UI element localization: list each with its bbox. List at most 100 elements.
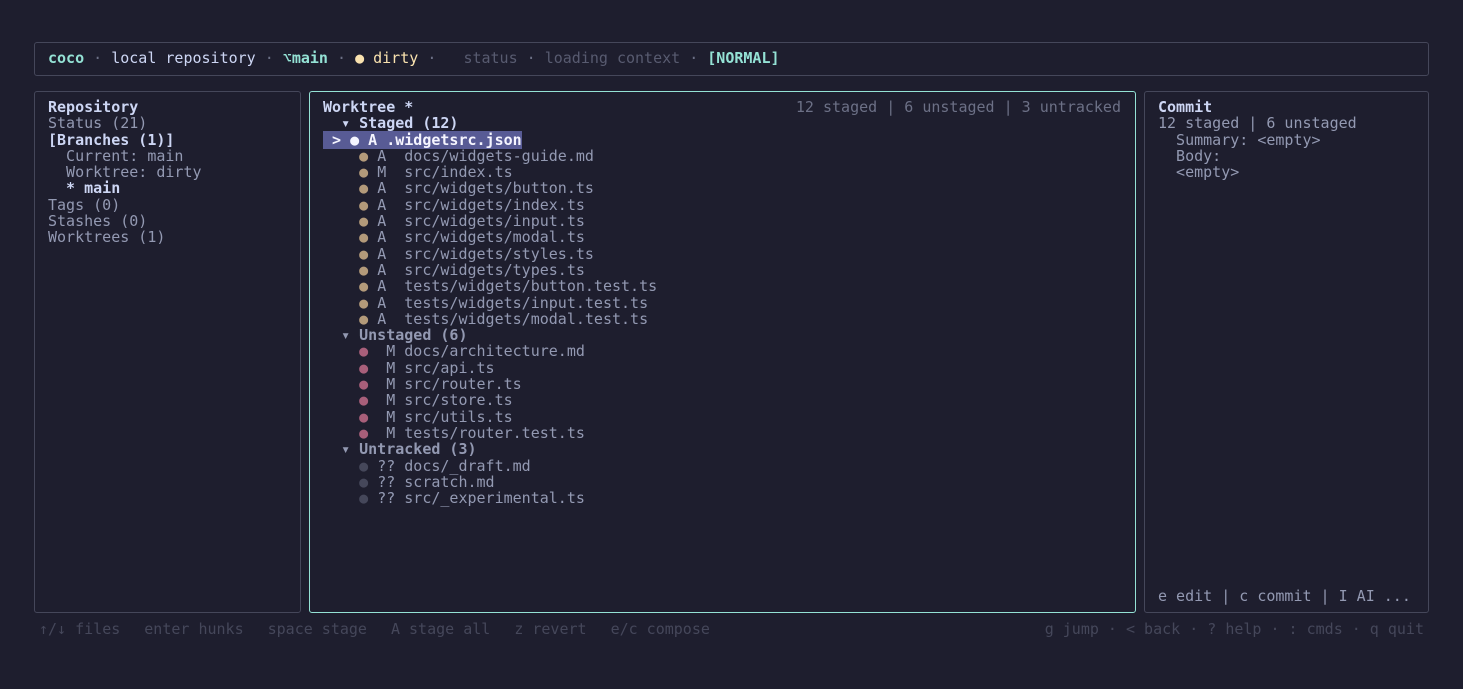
branch-name: main xyxy=(291,49,328,67)
branch-current: Current: main xyxy=(48,146,184,165)
file-path: tests/widgets/button.test.ts xyxy=(404,277,658,296)
file-status: A xyxy=(377,277,387,296)
file-row[interactable]: ● M docs/architecture.md xyxy=(323,343,1135,359)
dot-icon: ● xyxy=(359,391,369,410)
dot-icon: ● xyxy=(359,212,369,231)
file-path: src/widgets/styles.ts xyxy=(404,244,594,263)
file-path: scratch.md xyxy=(404,472,495,491)
file-row[interactable]: ● ?? src/_experimental.ts xyxy=(323,490,1135,506)
file-row[interactable]: ● A src/widgets/index.ts xyxy=(323,197,1135,213)
dot-icon: ● xyxy=(359,423,369,442)
file-row[interactable]: ● M src/router.ts xyxy=(323,376,1135,392)
file-path: src/store.ts xyxy=(404,391,513,410)
separator: · xyxy=(264,49,274,67)
dot-icon: ● xyxy=(359,277,369,296)
dot-icon: ● xyxy=(359,244,369,263)
key-hints-right: g jump · < back · ? help · : cmds · q qu… xyxy=(1044,620,1424,638)
file-path: tests/widgets/modal.test.ts xyxy=(404,309,649,328)
file-path: tests/router.test.ts xyxy=(404,423,585,442)
commit-body-label: Body: xyxy=(1158,146,1222,165)
dirty-label: dirty xyxy=(373,49,419,67)
file-row[interactable]: ● A tests/widgets/input.test.ts xyxy=(323,293,1135,312)
file-path: src/widgets/input.ts xyxy=(404,212,585,231)
file-status: ?? xyxy=(377,456,396,475)
nav-item-stashes[interactable]: Stashes (0) xyxy=(48,213,300,230)
dot-icon: ● xyxy=(359,163,369,182)
file-row[interactable]: ● A tests/widgets/button.test.ts xyxy=(323,278,1135,294)
file-status: A xyxy=(377,293,387,312)
file-path: src/widgets/modal.ts xyxy=(404,228,585,247)
file-status: ?? xyxy=(377,489,396,508)
dot-icon: ● xyxy=(350,130,360,149)
file-path: docs/_draft.md xyxy=(404,456,531,475)
separator: · xyxy=(427,49,437,67)
dot-icon: ● xyxy=(359,260,369,279)
file-path: docs/architecture.md xyxy=(404,342,585,361)
file-status: M xyxy=(386,407,396,426)
status-bar: coco · local repository · ⌥main · ● dirt… xyxy=(34,42,1429,76)
file-row[interactable]: ● A src/widgets/styles.ts xyxy=(323,246,1135,262)
nav-item-worktrees[interactable]: Worktrees (1) xyxy=(48,229,300,246)
file-row[interactable]: ● ?? scratch.md xyxy=(323,474,1135,490)
branch-icon: ⌥ xyxy=(282,49,292,67)
file-path: src/widgets/button.ts xyxy=(404,179,594,198)
file-row[interactable]: ● M src/index.ts xyxy=(323,164,1135,180)
dot-icon: ● xyxy=(359,146,369,165)
commit-panel: Commit 12 staged | 6 unstaged Summary: <… xyxy=(1144,91,1429,613)
selected-file[interactable]: > ● A .widgetsrc.json xyxy=(323,130,522,149)
file-status: A xyxy=(377,179,387,198)
section-header-untracked[interactable]: ▾ Untracked (3) xyxy=(323,441,1135,457)
app-name: coco xyxy=(48,49,85,67)
commit-stats: 12 staged | 6 unstaged xyxy=(1158,114,1357,133)
worktree-panel: 12 staged | 6 unstaged | 3 untracked Wor… xyxy=(309,91,1136,613)
file-path: src/router.ts xyxy=(404,375,522,394)
file-row[interactable]: ● M src/store.ts xyxy=(323,392,1135,408)
nav-item-tags[interactable]: Tags (0) xyxy=(48,196,300,213)
file-row[interactable]: ● A src/widgets/modal.ts xyxy=(323,229,1135,245)
file-path: src/_experimental.ts xyxy=(404,489,585,508)
file-row[interactable]: ● A tests/widgets/modal.test.ts xyxy=(323,311,1135,327)
loading-label: loading context xyxy=(544,49,681,67)
commit-body[interactable]: <empty> xyxy=(1158,164,1428,181)
file-path: src/widgets/types.ts xyxy=(404,260,585,279)
dot-icon: ● xyxy=(359,375,369,394)
file-status: M xyxy=(386,342,396,361)
dirty-dot-icon: ● xyxy=(355,49,365,67)
dot-icon: ● xyxy=(359,358,369,377)
file-row[interactable]: ● ?? docs/_draft.md xyxy=(323,456,1135,475)
branch-item-main[interactable]: * main xyxy=(48,180,300,197)
file-row[interactable]: ● M src/utils.ts xyxy=(323,407,1135,426)
dot-icon: ● xyxy=(359,489,369,508)
file-row[interactable]: ● A src/widgets/types.ts xyxy=(323,262,1135,278)
pad xyxy=(323,131,332,149)
file-path: src/index.ts xyxy=(404,163,513,182)
nav-item-status[interactable]: Status (21) xyxy=(48,115,300,132)
cursor-icon: > xyxy=(332,130,342,149)
key-hint: z revert xyxy=(514,620,587,638)
file-status: M xyxy=(386,423,396,442)
separator: · xyxy=(526,49,536,67)
key-hint: e/c compose xyxy=(610,620,710,638)
file-row[interactable]: ● A src/widgets/button.ts xyxy=(323,180,1135,196)
commit-actions: e edit | c commit | I AI ... xyxy=(1158,586,1411,605)
key-hints-left: ↑/↓ files enter hunks space stage A stage a… xyxy=(39,621,734,637)
file-status: A xyxy=(377,146,387,165)
section-header-staged[interactable]: ▾ Staged (12) xyxy=(323,115,1135,131)
dot-icon: ● xyxy=(359,293,369,312)
section-header-unstaged[interactable]: ▾ Unstaged (6) xyxy=(323,327,1135,343)
repo-name: local repository xyxy=(111,49,256,67)
file-row[interactable]: ● A docs/widgets-guide.md xyxy=(323,148,1135,164)
file-row[interactable]: ● M tests/router.test.ts xyxy=(323,425,1135,441)
nav-item-branches[interactable]: [Branches (1)] xyxy=(48,131,300,148)
file-row[interactable]: ● A src/widgets/input.ts xyxy=(323,213,1135,229)
file-row[interactable]: ● M src/api.ts xyxy=(323,360,1135,376)
branch-worktree: Worktree: dirty xyxy=(48,163,202,182)
file-row[interactable]: > ● A .widgetsrc.json xyxy=(323,130,1135,149)
unstaged-list: ● M docs/architecture.md ● M src/api.ts … xyxy=(323,343,1135,441)
file-path: src/utils.ts xyxy=(404,407,513,426)
key-hint: space stage xyxy=(267,620,367,638)
file-path: src/widgets/index.ts xyxy=(404,195,585,214)
commit-summary[interactable]: Summary: <empty> xyxy=(1158,131,1428,148)
file-status: M xyxy=(386,358,396,377)
key-hint: ↑/↓ files xyxy=(39,620,121,638)
